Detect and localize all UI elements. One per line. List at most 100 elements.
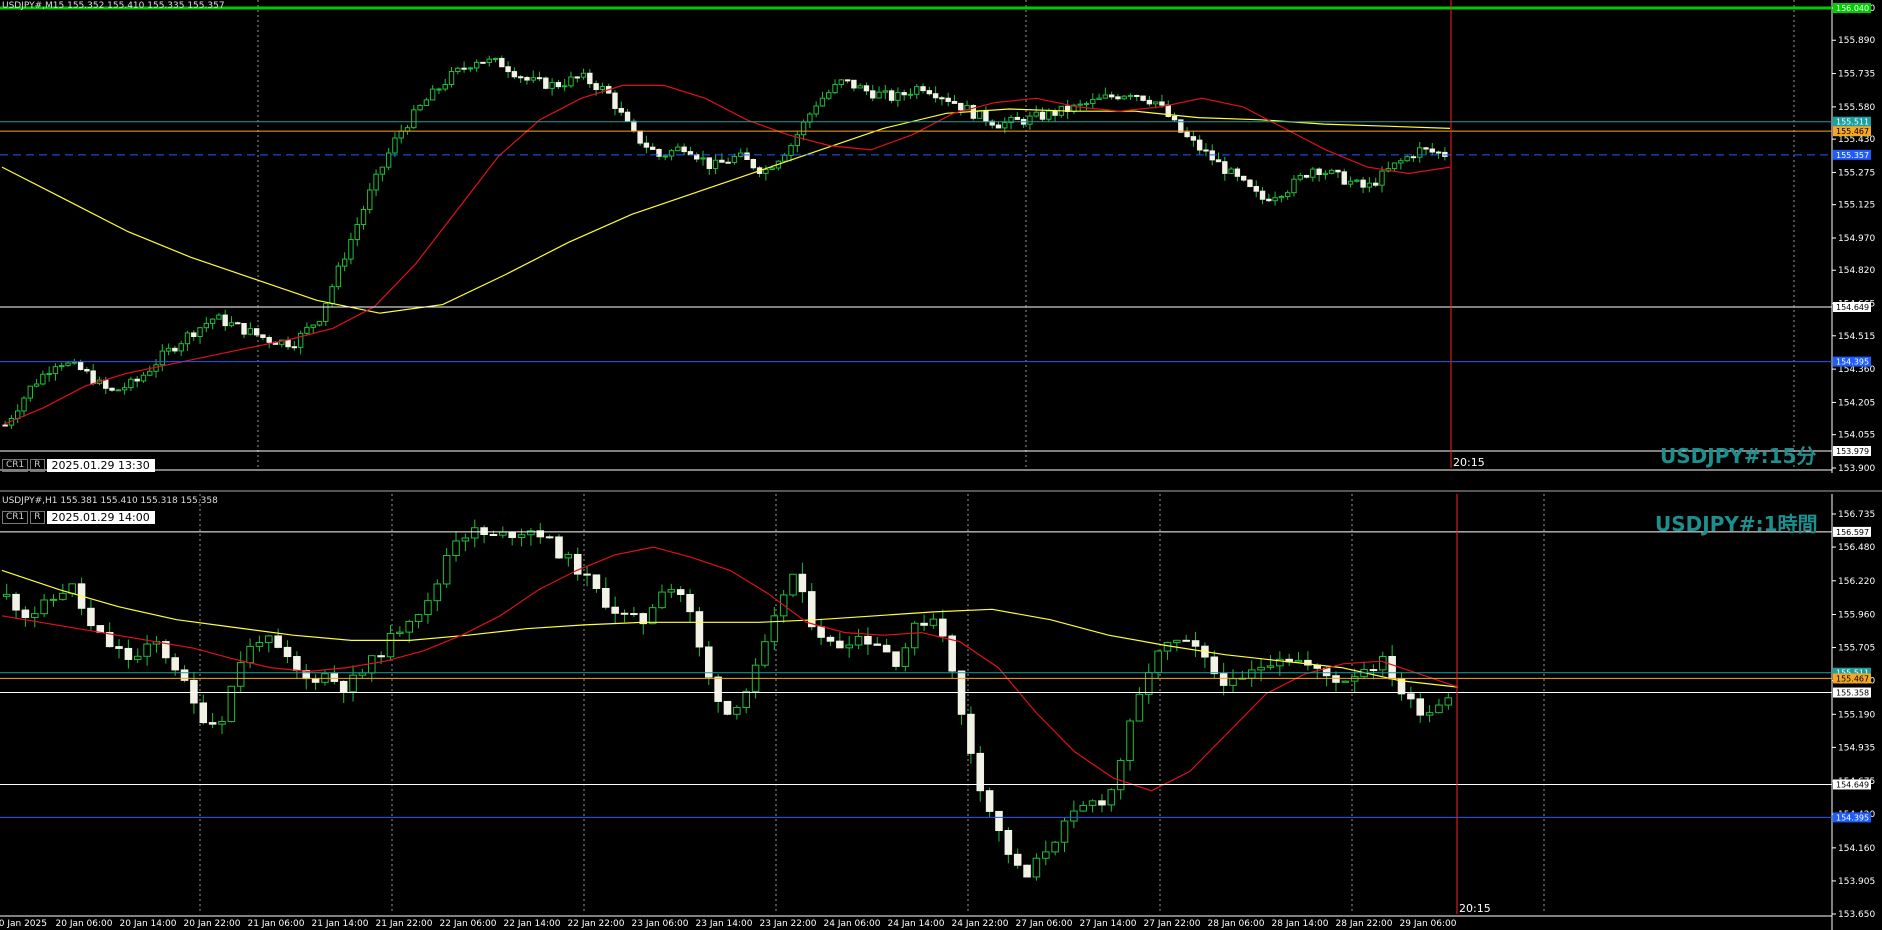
candle-body xyxy=(1046,110,1052,120)
y-tick-label: 154.360 xyxy=(1838,365,1875,375)
x-tick-label: 29 Jan 06:00 xyxy=(1400,919,1457,929)
candle-body xyxy=(128,378,134,389)
candle-body xyxy=(486,58,492,63)
candle-body xyxy=(208,722,217,725)
candle-body xyxy=(901,647,910,667)
candle-body xyxy=(1425,712,1434,716)
candle-body xyxy=(121,387,128,391)
candle-body xyxy=(742,690,750,709)
cursor-time-label: 20:15 xyxy=(1459,902,1491,915)
x-tick-label: 28 Jan 06:00 xyxy=(1208,919,1265,929)
h1-cr-tag[interactable]: CR1 xyxy=(2,511,29,524)
ma-fast-line xyxy=(1,546,1459,792)
y-tick-label: 155.705 xyxy=(1838,644,1875,654)
candle-body xyxy=(1328,169,1335,174)
m15-chart-panel[interactable]: 156.040 155.890 155.735 155.580 155.430 155.2… xyxy=(0,0,1882,473)
candle-body xyxy=(782,154,788,162)
candle-body xyxy=(84,368,90,372)
x-tick-label: 23 Jan 14:00 xyxy=(696,919,753,929)
candle-body xyxy=(30,613,39,618)
x-tick-label: 20 Jan 22:00 xyxy=(184,919,241,929)
candle-body xyxy=(687,151,694,156)
candle-body xyxy=(480,527,488,536)
candle-body xyxy=(171,657,179,671)
candle-body xyxy=(411,109,417,129)
candle-body xyxy=(190,679,198,704)
candle-body xyxy=(561,85,568,88)
candle-body xyxy=(329,286,335,305)
candle-body xyxy=(723,700,732,715)
x-tick-label: 20 Jan 2025 xyxy=(0,919,47,929)
candle-body xyxy=(467,67,474,70)
price-level-label: 156.040 xyxy=(1836,4,1869,13)
h1-chart-canvas[interactable]: 156.735 156.480 156.220 155.960 155.705 155.4… xyxy=(0,494,1882,930)
m15-datetime: 2025.01.29 13:30 xyxy=(46,459,155,472)
candle-body xyxy=(813,105,819,115)
candle-body xyxy=(907,93,914,96)
candle-body xyxy=(967,713,975,754)
candle-body xyxy=(920,622,928,626)
candle-body xyxy=(367,189,373,210)
candle-body xyxy=(939,618,947,637)
x-tick-label: 22 Jan 06:00 xyxy=(440,919,497,929)
x-tick-label: 27 Jan 14:00 xyxy=(1080,919,1137,929)
candle-body xyxy=(958,102,964,111)
candle-body xyxy=(1116,760,1125,791)
candle-body xyxy=(436,88,442,91)
candle-body xyxy=(133,655,142,660)
candle-body xyxy=(948,635,956,672)
candle-body xyxy=(1360,179,1366,188)
candle-body xyxy=(873,643,882,646)
candle-body xyxy=(1004,829,1013,855)
candle-body xyxy=(1070,810,1078,822)
candle-body xyxy=(712,159,719,169)
candle-body xyxy=(68,583,76,594)
candle-body xyxy=(1140,95,1146,101)
price-level-label: 154.649 xyxy=(1836,303,1869,312)
candle-body xyxy=(648,607,657,625)
candle-body xyxy=(1291,178,1297,194)
h1-chart-panel[interactable]: 156.735 156.480 156.220 155.960 155.705 155.4… xyxy=(0,494,1882,930)
candle-body xyxy=(1435,704,1443,714)
y-tick-label: 154.970 xyxy=(1838,234,1875,244)
candle-body xyxy=(819,97,826,107)
panel-separator[interactable] xyxy=(0,490,1882,492)
candle-body xyxy=(27,385,33,399)
candle-body xyxy=(1379,655,1387,671)
candle-body xyxy=(1077,103,1083,106)
candle-body xyxy=(1247,179,1253,188)
candle-body xyxy=(1257,666,1265,671)
candle-body xyxy=(260,334,266,339)
candle-body xyxy=(929,618,938,626)
candle-body xyxy=(939,97,945,100)
candle-body xyxy=(461,67,467,70)
candle-body xyxy=(1259,190,1266,200)
candle-body xyxy=(888,90,895,101)
candle-body xyxy=(65,362,71,367)
candle-body xyxy=(360,208,367,225)
x-tick-label: 27 Jan 22:00 xyxy=(1144,919,1201,929)
candle-body xyxy=(255,641,264,647)
candle-body xyxy=(489,534,498,537)
candle-body xyxy=(1398,160,1404,164)
candle-body xyxy=(386,632,395,658)
candle-body xyxy=(769,167,775,170)
m15-cr-tag[interactable]: CR1 xyxy=(2,459,29,472)
candle-body xyxy=(218,721,226,725)
candle-body xyxy=(1144,671,1153,695)
candle-body xyxy=(1222,161,1228,174)
candle-body xyxy=(731,155,738,163)
y-tick-label: 155.735 xyxy=(1838,70,1875,80)
m15-chart-canvas[interactable]: 156.040 155.890 155.735 155.580 155.430 155.2… xyxy=(0,0,1882,473)
candle-body xyxy=(611,606,619,614)
x-tick-label: 23 Jan 06:00 xyxy=(632,919,689,929)
candle-body xyxy=(985,790,994,812)
candle-body xyxy=(143,643,151,657)
x-tick-label: 22 Jan 14:00 xyxy=(504,919,561,929)
candle-body xyxy=(555,82,562,88)
m15-r-tag[interactable]: R xyxy=(30,459,45,472)
h1-r-tag[interactable]: R xyxy=(30,511,45,524)
y-tick-label: 156.735 xyxy=(1838,510,1875,520)
candle-body xyxy=(863,85,870,92)
candle-body xyxy=(424,600,432,616)
